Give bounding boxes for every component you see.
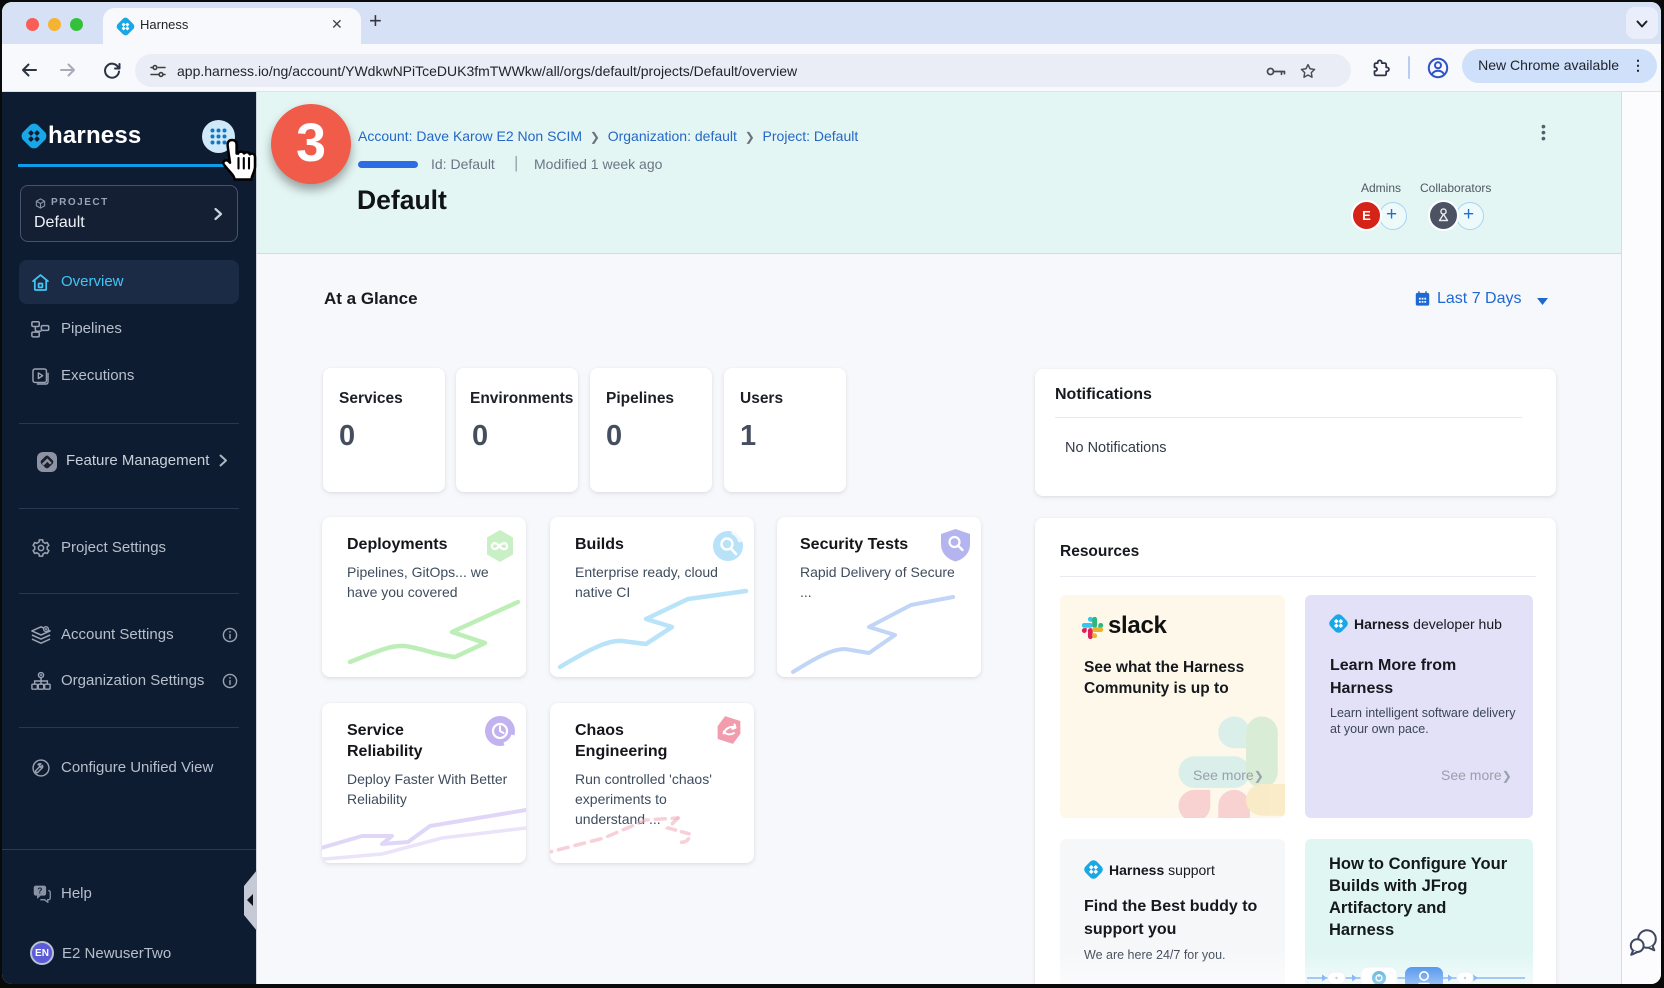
- svg-text:?: ?: [37, 887, 42, 896]
